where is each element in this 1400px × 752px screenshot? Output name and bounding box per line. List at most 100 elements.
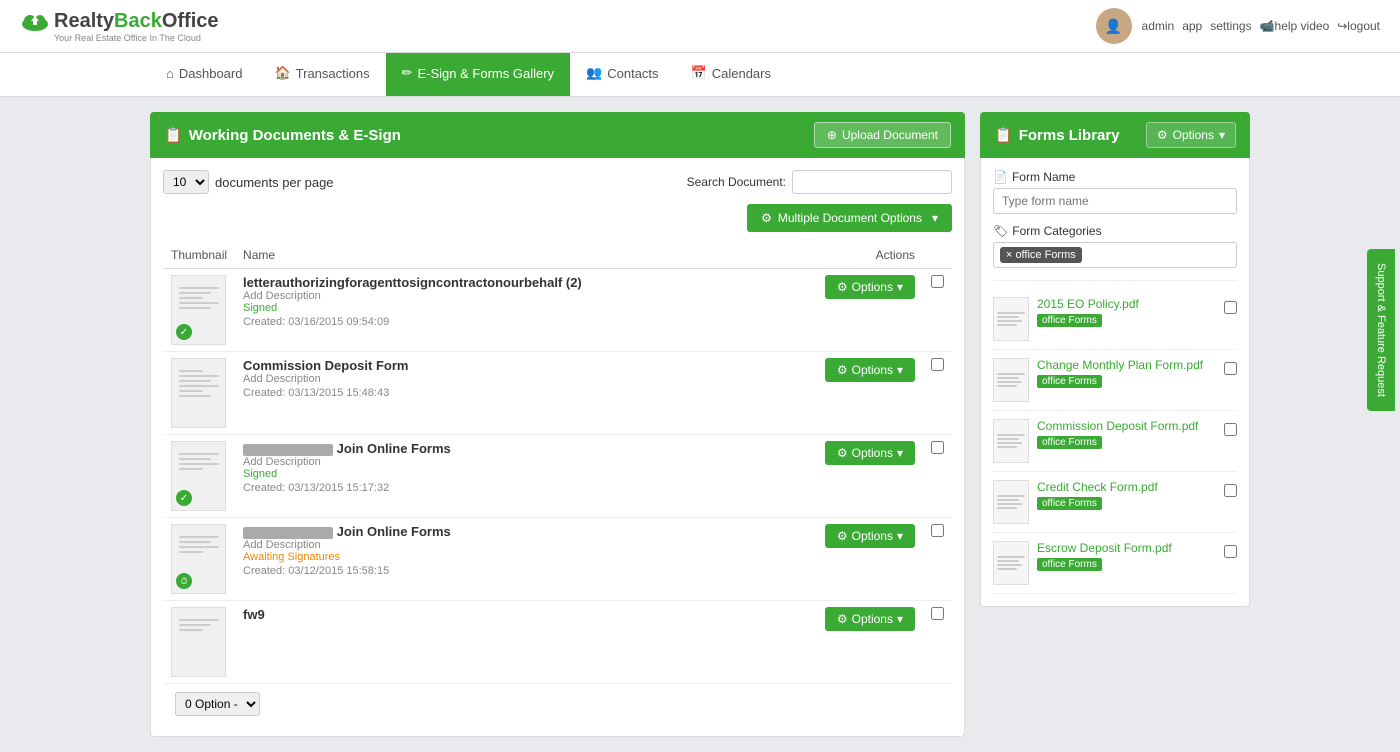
form-checkbox[interactable] bbox=[1224, 484, 1237, 497]
action-cell: ⚙ Options ▾ bbox=[765, 352, 923, 435]
doc-checkbox[interactable] bbox=[931, 275, 944, 288]
doc-name: Join Online Forms bbox=[243, 524, 757, 539]
nav-app[interactable]: app bbox=[1182, 19, 1202, 33]
working-docs-body: 10 25 50 documents per page Search Docum… bbox=[150, 158, 965, 737]
form-thumbnail bbox=[993, 297, 1029, 341]
nav-help-video[interactable]: 📹help video bbox=[1260, 19, 1330, 33]
action-cell: ⚙ Options ▾ bbox=[765, 435, 923, 518]
form-thumbnail bbox=[993, 419, 1029, 463]
thumbnail-img: ✓ bbox=[171, 441, 226, 511]
doc-desc[interactable]: Add Description bbox=[243, 539, 757, 551]
working-docs-title: 📋 Working Documents & E-Sign bbox=[164, 126, 401, 144]
form-item-name[interactable]: Change Monthly Plan Form.pdf bbox=[1037, 358, 1216, 372]
doc-created: Created: 03/13/2015 15:17:32 bbox=[243, 482, 757, 494]
doc-checkbox[interactable] bbox=[931, 524, 944, 537]
tab-transactions[interactable]: 🏠 Transactions bbox=[258, 53, 385, 96]
gear-icon: ⚙ bbox=[837, 612, 848, 626]
per-page-select[interactable]: 10 25 50 bbox=[163, 170, 209, 194]
form-item-name[interactable]: Credit Check Form.pdf bbox=[1037, 480, 1216, 494]
checkbox-cell bbox=[923, 352, 952, 435]
pagination-select[interactable]: 0 Option - bbox=[175, 692, 260, 716]
doc-desc[interactable]: Add Description bbox=[243, 373, 757, 385]
gear-icon: ⚙ bbox=[837, 363, 848, 377]
form-item-name[interactable]: 2015 EO Policy.pdf bbox=[1037, 297, 1216, 311]
search-input[interactable] bbox=[792, 170, 952, 194]
category-input[interactable] bbox=[1086, 248, 1230, 262]
doc-icon: 📄 bbox=[993, 170, 1008, 184]
doc-desc[interactable]: Add Description bbox=[243, 290, 757, 302]
doc-options-button[interactable]: ⚙ Options ▾ bbox=[825, 358, 915, 382]
doc-checkbox[interactable] bbox=[931, 607, 944, 620]
building-icon: 🏠 bbox=[274, 65, 290, 81]
logo: RealtyBackOffice Your Real Estate Office… bbox=[20, 10, 219, 43]
form-checkbox[interactable] bbox=[1224, 423, 1237, 436]
doc-desc[interactable]: Add Description bbox=[243, 456, 757, 468]
nav-admin[interactable]: admin bbox=[1142, 19, 1175, 33]
tag-input-container[interactable]: × office Forms bbox=[993, 242, 1237, 268]
form-checkbox[interactable] bbox=[1224, 545, 1237, 558]
thumbnail-img bbox=[171, 607, 226, 677]
caret-icon: ▾ bbox=[897, 280, 903, 294]
form-item-name[interactable]: Commission Deposit Form.pdf bbox=[1037, 419, 1216, 433]
form-item-tag: office Forms bbox=[1037, 375, 1102, 388]
tab-esign[interactable]: ✏ E-Sign & Forms Gallery bbox=[386, 53, 570, 96]
caret-icon: ▾ bbox=[897, 363, 903, 377]
action-cell: ⚙ Options ▾ bbox=[765, 269, 923, 352]
tab-calendars[interactable]: 📅 Calendars bbox=[675, 53, 787, 96]
gear-icon: ⚙ bbox=[761, 211, 772, 225]
gear-icon: ⚙ bbox=[837, 280, 848, 294]
check-badge: ✓ bbox=[176, 324, 192, 340]
form-categories-label: 🏷 Form Categories bbox=[993, 224, 1237, 238]
multiple-document-options-button[interactable]: ⚙ Multiple Document Options ▾ bbox=[747, 204, 952, 232]
doc-info-cell: Commission Deposit Form Add Description … bbox=[235, 352, 765, 435]
form-item-info: 2015 EO Policy.pdf office Forms bbox=[1037, 297, 1216, 327]
caret-icon: ▾ bbox=[932, 211, 938, 225]
header-links: admin app settings 📹help video ↪logout bbox=[1142, 19, 1380, 33]
caret-icon: ▾ bbox=[897, 529, 903, 543]
action-cell: ⚙ Options ▾ bbox=[765, 518, 923, 601]
form-item-name[interactable]: Escrow Deposit Form.pdf bbox=[1037, 541, 1216, 555]
form-item-info: Credit Check Form.pdf office Forms bbox=[1037, 480, 1216, 510]
table-row: ✓ letterauthorizingforagenttosigncontrac… bbox=[163, 269, 952, 352]
checkbox-cell bbox=[923, 601, 952, 684]
doc-options-button[interactable]: ⚙ Options ▾ bbox=[825, 441, 915, 465]
logo-subtitle: Your Real Estate Office In The Cloud bbox=[54, 33, 219, 43]
doc-created: Created: 03/13/2015 15:48:43 bbox=[243, 387, 757, 399]
gear-icon: ⚙ bbox=[1157, 128, 1168, 142]
doc-options-button[interactable]: ⚙ Options ▾ bbox=[825, 524, 915, 548]
doc-name: fw9 bbox=[243, 607, 757, 622]
nav-bar: ⌂ Dashboard 🏠 Transactions ✏ E-Sign & Fo… bbox=[0, 53, 1400, 97]
doc-checkbox[interactable] bbox=[931, 441, 944, 454]
controls-row: 10 25 50 documents per page Search Docum… bbox=[163, 170, 952, 194]
form-checkbox[interactable] bbox=[1224, 362, 1237, 375]
support-feature-tab[interactable]: Support & Feature Request bbox=[1367, 249, 1395, 411]
forms-library-title: 📋 Forms Library bbox=[994, 126, 1120, 144]
doc-options-button[interactable]: ⚙ Options ▾ bbox=[825, 275, 915, 299]
nav-logout[interactable]: ↪logout bbox=[1337, 19, 1380, 33]
list-item: Commission Deposit Form.pdf office Forms bbox=[993, 411, 1237, 472]
doc-icon: 📋 bbox=[164, 126, 183, 144]
doc-options-button[interactable]: ⚙ Options ▾ bbox=[825, 607, 915, 631]
forms-icon: 📋 bbox=[994, 126, 1013, 144]
form-checkbox[interactable] bbox=[1224, 301, 1237, 314]
thumbnail-cell bbox=[163, 352, 235, 435]
tab-dashboard[interactable]: ⌂ Dashboard bbox=[150, 53, 258, 96]
action-cell: ⚙ Options ▾ bbox=[765, 601, 923, 684]
doc-info-cell: fw9 bbox=[235, 601, 765, 684]
nav-settings[interactable]: settings bbox=[1210, 19, 1251, 33]
form-item-tag: office Forms bbox=[1037, 558, 1102, 571]
documents-table: Thumbnail Name Actions bbox=[163, 242, 952, 684]
thumbnail-cell: ⏱ bbox=[163, 518, 235, 601]
form-name-input[interactable] bbox=[993, 188, 1237, 214]
header-right: 👤 admin app settings 📹help video ↪logout bbox=[1096, 8, 1380, 44]
forms-options-button[interactable]: ⚙ Options ▾ bbox=[1146, 122, 1236, 148]
per-page-control: 10 25 50 documents per page bbox=[163, 170, 334, 194]
upload-document-button[interactable]: ⊕ Upload Document bbox=[814, 122, 951, 148]
doc-info-cell: Join Online Forms Add Description Signed… bbox=[235, 435, 765, 518]
tag-remove-icon[interactable]: × bbox=[1006, 249, 1012, 261]
form-item-tag: office Forms bbox=[1037, 497, 1102, 510]
tab-contacts[interactable]: 👥 Contacts bbox=[570, 53, 675, 96]
home-icon: ⌂ bbox=[166, 66, 174, 81]
doc-checkbox[interactable] bbox=[931, 358, 944, 371]
col-name: Name bbox=[235, 242, 765, 269]
